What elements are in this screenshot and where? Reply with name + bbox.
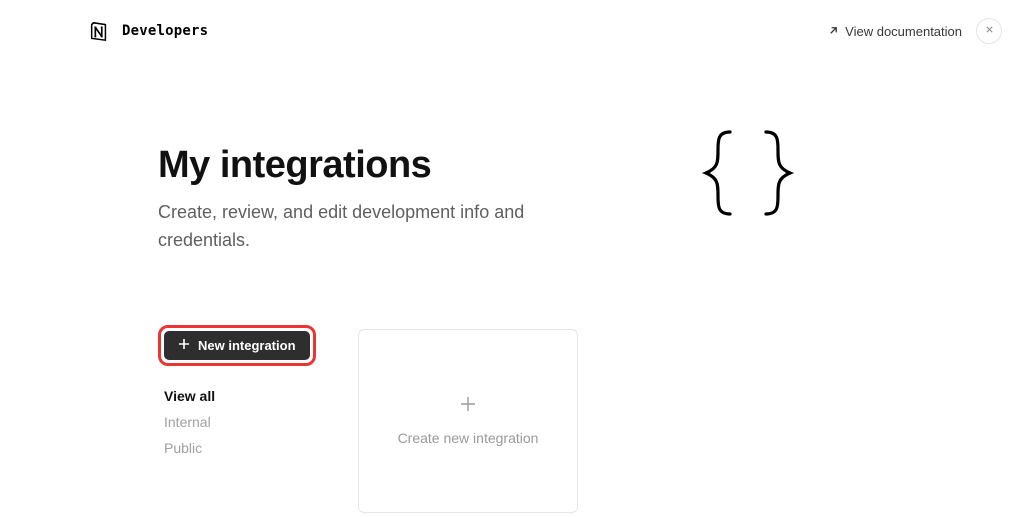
new-integration-label: New integration	[198, 338, 296, 353]
main-content: My integrations Create, review, and edit…	[0, 44, 1026, 513]
page-title: My integrations	[158, 144, 598, 187]
controls-row: New integration View all Internal Public…	[158, 325, 598, 513]
header-left: Developers	[88, 20, 208, 42]
header-right: View documentation	[828, 18, 1002, 44]
create-card-label: Create new integration	[398, 430, 539, 446]
sidebar-column: New integration View all Internal Public	[158, 325, 328, 456]
content-column: My integrations Create, review, and edit…	[158, 144, 598, 513]
external-link-icon	[828, 24, 839, 39]
doc-link-label: View documentation	[845, 24, 962, 39]
close-button[interactable]	[976, 18, 1002, 44]
header-title: Developers	[122, 23, 208, 39]
notion-logo-icon	[88, 20, 110, 42]
highlight-annotation: New integration	[158, 325, 316, 366]
close-icon	[985, 25, 994, 37]
filter-internal[interactable]: Internal	[164, 414, 328, 430]
curly-braces-icon	[698, 126, 798, 226]
create-integration-card[interactable]: Create new integration	[358, 329, 578, 513]
new-integration-button[interactable]: New integration	[164, 331, 310, 360]
filter-list: View all Internal Public	[158, 388, 328, 456]
page-subtitle: Create, review, and edit development inf…	[158, 199, 598, 255]
plus-icon	[459, 395, 477, 418]
view-documentation-link[interactable]: View documentation	[828, 24, 962, 39]
plus-icon	[178, 338, 190, 353]
filter-public[interactable]: Public	[164, 440, 328, 456]
filter-view-all[interactable]: View all	[164, 388, 328, 404]
header: Developers View documentation	[0, 0, 1026, 44]
